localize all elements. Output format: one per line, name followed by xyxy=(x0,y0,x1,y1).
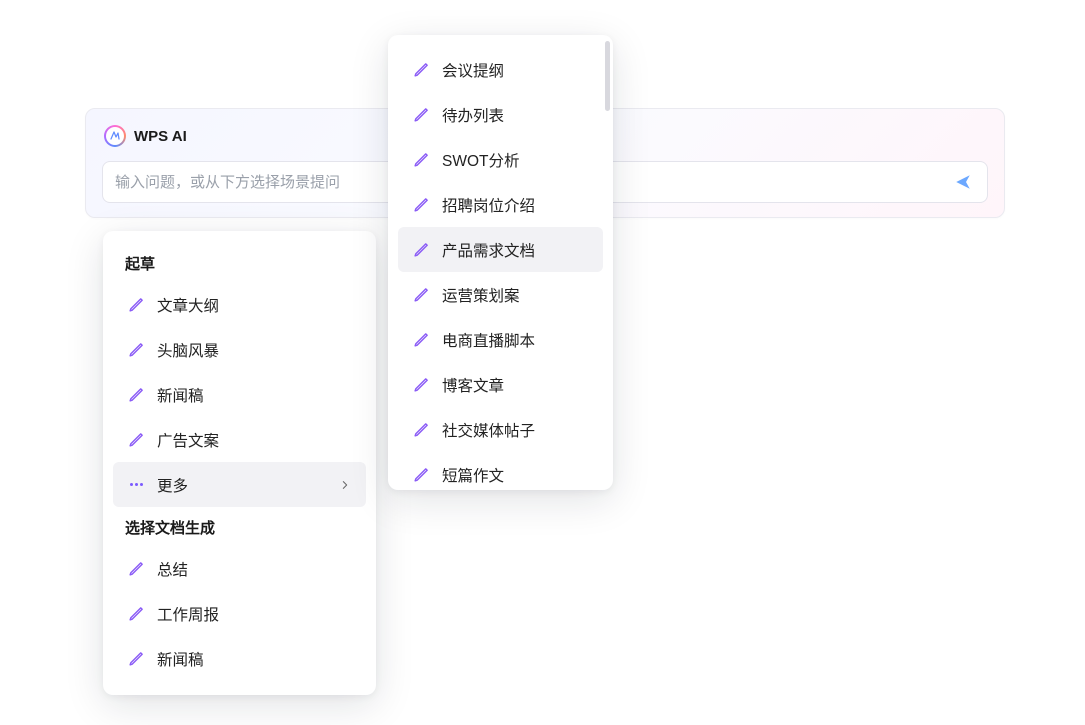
submenu-item-livestream-script[interactable]: 电商直播脚本 xyxy=(398,317,603,362)
submenu-item-short-essay[interactable]: 短篇作文 xyxy=(398,452,603,490)
send-button[interactable] xyxy=(951,170,975,194)
submenu-item-blog-post[interactable]: 博客文章 xyxy=(398,362,603,407)
submenu-item-meeting-outline[interactable]: 会议提纲 xyxy=(398,47,603,92)
pen-icon xyxy=(127,296,145,314)
send-icon xyxy=(954,173,972,191)
menu-item-article-outline[interactable]: 文章大纲 xyxy=(113,282,366,327)
menu-item-label: 博客文章 xyxy=(442,374,589,396)
menu-item-label: 新闻稿 xyxy=(157,384,352,406)
menu-item-summary[interactable]: 总结 xyxy=(113,546,366,591)
pen-icon xyxy=(412,466,430,484)
pen-icon xyxy=(412,151,430,169)
secondary-menu: 会议提纲 待办列表 SWOT分析 招聘岗位介绍 产品需求文档 运营策划案 xyxy=(388,35,613,490)
menu-item-label: 社交媒体帖子 xyxy=(442,419,589,441)
pen-icon xyxy=(412,421,430,439)
pen-icon xyxy=(412,286,430,304)
submenu-item-todo-list[interactable]: 待办列表 xyxy=(398,92,603,137)
menu-item-label: 文章大纲 xyxy=(157,294,352,316)
pen-icon xyxy=(127,650,145,668)
pen-icon xyxy=(412,61,430,79)
ai-title: WPS AI xyxy=(134,128,187,145)
menu-item-label: 新闻稿 xyxy=(157,648,352,670)
menu-item-label: 头脑风暴 xyxy=(157,339,352,361)
menu-item-label: 短篇作文 xyxy=(442,464,589,486)
menu-item-ad-copy[interactable]: 广告文案 xyxy=(113,417,366,462)
menu-item-brainstorm[interactable]: 头脑风暴 xyxy=(113,327,366,372)
menu-item-label: 会议提纲 xyxy=(442,59,589,81)
menu-item-label: 电商直播脚本 xyxy=(442,329,589,351)
chevron-right-icon xyxy=(338,478,352,492)
pen-icon xyxy=(127,560,145,578)
menu-item-news-release[interactable]: 新闻稿 xyxy=(113,372,366,417)
more-icon xyxy=(127,476,145,494)
pen-icon xyxy=(127,341,145,359)
scrollbar-thumb[interactable] xyxy=(605,41,610,111)
primary-menu: 起草 文章大纲 头脑风暴 新闻稿 广告文案 更多 选择文档生成 xyxy=(103,231,376,695)
menu-item-label: 更多 xyxy=(157,474,326,496)
wps-ai-logo-icon xyxy=(104,125,126,147)
pen-icon xyxy=(412,331,430,349)
pen-icon xyxy=(127,605,145,623)
menu-item-label: 产品需求文档 xyxy=(442,239,589,261)
submenu-item-swot[interactable]: SWOT分析 xyxy=(398,137,603,182)
scrollbar[interactable] xyxy=(605,41,610,484)
submenu-item-prd[interactable]: 产品需求文档 xyxy=(398,227,603,272)
submenu-item-marketing-plan[interactable]: 运营策划案 xyxy=(398,272,603,317)
pen-icon xyxy=(127,386,145,404)
section-header-draft: 起草 xyxy=(107,243,372,282)
pen-icon xyxy=(412,376,430,394)
menu-item-label: 运营策划案 xyxy=(442,284,589,306)
pen-icon xyxy=(412,196,430,214)
submenu-item-job-posting[interactable]: 招聘岗位介绍 xyxy=(398,182,603,227)
menu-item-more[interactable]: 更多 xyxy=(113,462,366,507)
menu-item-label: 招聘岗位介绍 xyxy=(442,194,589,216)
pen-icon xyxy=(412,241,430,259)
pen-icon xyxy=(127,431,145,449)
menu-item-label: SWOT分析 xyxy=(442,149,589,171)
menu-item-label: 广告文案 xyxy=(157,429,352,451)
menu-item-weekly-report[interactable]: 工作周报 xyxy=(113,591,366,636)
submenu-item-social-post[interactable]: 社交媒体帖子 xyxy=(398,407,603,452)
section-header-generate: 选择文档生成 xyxy=(107,507,372,546)
menu-item-label: 待办列表 xyxy=(442,104,589,126)
menu-item-label: 工作周报 xyxy=(157,603,352,625)
menu-item-news-release-2[interactable]: 新闻稿 xyxy=(113,636,366,681)
menu-item-label: 总结 xyxy=(157,558,352,580)
pen-icon xyxy=(412,106,430,124)
